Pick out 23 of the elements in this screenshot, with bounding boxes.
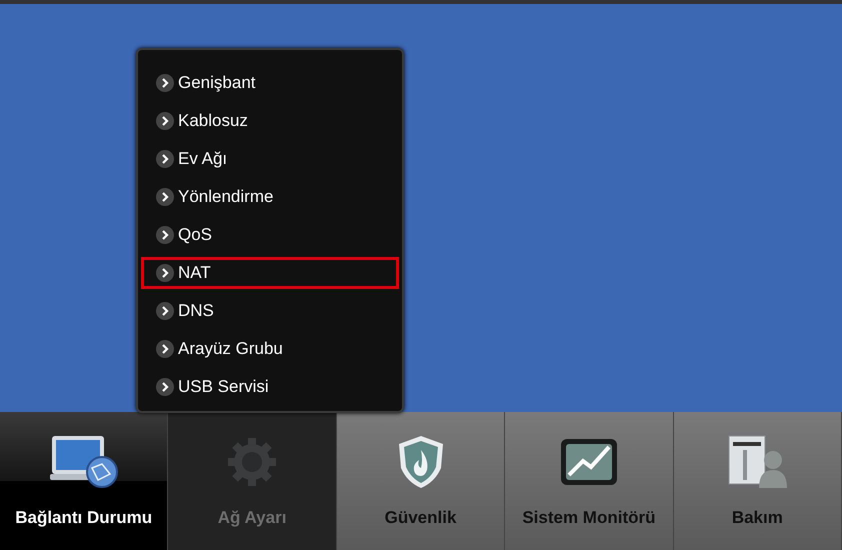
menu-item[interactable]: Arayüz Grubu <box>141 333 399 365</box>
chevron-icon <box>156 74 174 92</box>
monitor-globe-icon <box>48 434 120 490</box>
menu-item[interactable]: QoS <box>141 219 399 251</box>
menu-item[interactable]: Ev Ağı <box>141 143 399 175</box>
menu-item[interactable]: USB Servisi <box>141 371 399 403</box>
nav-tab[interactable]: Bağlantı Durumu <box>0 412 168 550</box>
menu-item[interactable]: Yönlendirme <box>141 181 399 213</box>
menu-item[interactable]: NAT <box>141 257 399 289</box>
chart-monitor-icon <box>558 437 619 487</box>
chevron-icon <box>156 302 174 320</box>
menu-item[interactable]: Genişbant <box>141 67 399 99</box>
chevron-icon <box>156 340 174 358</box>
chevron-icon <box>156 378 174 396</box>
gear-icon <box>226 436 278 488</box>
chevron-icon <box>156 226 174 244</box>
menu-item[interactable]: DNS <box>141 295 399 327</box>
menu-item[interactable]: Kablosuz <box>141 105 399 137</box>
chevron-icon <box>156 112 174 130</box>
chevron-icon <box>156 188 174 206</box>
chevron-icon <box>156 150 174 168</box>
chevron-icon <box>156 264 174 282</box>
server-person-icon <box>727 434 788 490</box>
